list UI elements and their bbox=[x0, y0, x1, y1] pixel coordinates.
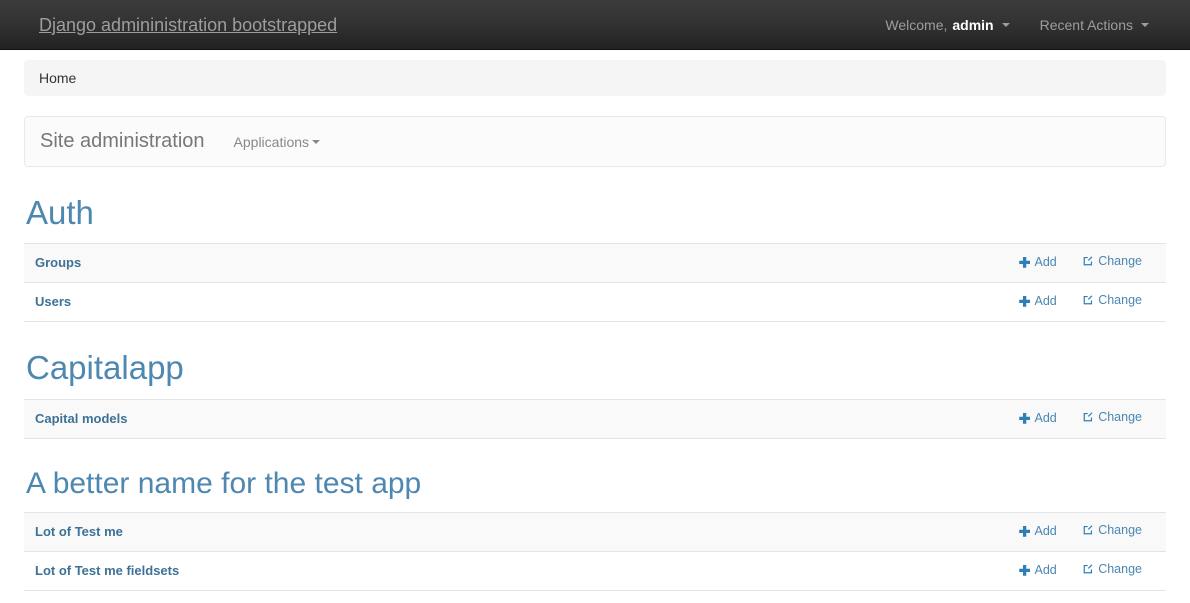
navbar-right-menu: Welcome, admin Recent Actions bbox=[870, 17, 1190, 33]
model-link[interactable]: Lot of Test me fieldsets bbox=[35, 563, 179, 578]
pencil-square-icon bbox=[1082, 255, 1094, 267]
pencil-square-icon bbox=[1082, 563, 1094, 575]
applications-dropdown[interactable]: Applications bbox=[234, 134, 321, 150]
add-label: Add bbox=[1035, 524, 1057, 538]
pencil-square-icon bbox=[1082, 294, 1094, 306]
change-label: Change bbox=[1098, 523, 1142, 537]
change-label: Change bbox=[1098, 562, 1142, 576]
app-list: Auth Groups ✚ Add Change bbox=[24, 173, 1166, 591]
model-name-cell: Capital models bbox=[24, 399, 459, 438]
chevron-down-icon bbox=[312, 140, 320, 144]
model-name-cell: Users bbox=[24, 283, 314, 322]
plus-icon: ✚ bbox=[1019, 411, 1031, 425]
plus-icon: ✚ bbox=[1019, 295, 1031, 309]
change-label: Change bbox=[1098, 293, 1142, 307]
add-link[interactable]: ✚ Add bbox=[1019, 255, 1057, 269]
table-row: Capital models ✚ Add Change bbox=[24, 399, 1166, 438]
breadcrumb-item-home[interactable]: Home bbox=[39, 70, 76, 86]
change-link[interactable]: Change bbox=[1082, 410, 1142, 424]
username-label: admin bbox=[952, 17, 993, 33]
pencil-square-icon bbox=[1082, 411, 1094, 423]
model-actions-cell: ✚ Add Change bbox=[459, 399, 1166, 438]
top-navbar: Django admininistration bootstrapped Wel… bbox=[0, 0, 1190, 50]
change-label: Change bbox=[1098, 410, 1142, 424]
change-link[interactable]: Change bbox=[1082, 254, 1142, 268]
add-link[interactable]: ✚ Add bbox=[1019, 524, 1057, 538]
change-link[interactable]: Change bbox=[1082, 562, 1142, 576]
model-table: Capital models ✚ Add Change bbox=[24, 399, 1166, 439]
user-menu-dropdown[interactable]: Welcome, admin bbox=[870, 17, 1024, 33]
add-label: Add bbox=[1035, 411, 1057, 425]
model-link[interactable]: Groups bbox=[35, 255, 81, 270]
chevron-down-icon bbox=[1141, 23, 1149, 27]
add-link[interactable]: ✚ Add bbox=[1019, 294, 1057, 308]
app-block-auth: Auth Groups ✚ Add Change bbox=[24, 173, 1166, 322]
site-administration-panel: Site administration Applications bbox=[24, 116, 1166, 167]
model-actions-cell: ✚ Add Change bbox=[572, 512, 1166, 551]
app-heading: Auth bbox=[24, 173, 1166, 243]
recent-actions-dropdown[interactable]: Recent Actions bbox=[1025, 17, 1164, 33]
add-label: Add bbox=[1035, 563, 1057, 577]
breadcrumb: Home bbox=[24, 60, 1166, 96]
model-link[interactable]: Lot of Test me bbox=[35, 524, 123, 539]
recent-actions-label: Recent Actions bbox=[1040, 17, 1133, 33]
change-label: Change bbox=[1098, 254, 1142, 268]
app-block-capitalapp: Capitalapp Capital models ✚ Add Change bbox=[24, 328, 1166, 438]
model-link[interactable]: Capital models bbox=[35, 411, 127, 426]
add-label: Add bbox=[1035, 294, 1057, 308]
model-table-body: Lot of Test me ✚ Add Change Lot of Test … bbox=[24, 512, 1166, 590]
add-link[interactable]: ✚ Add bbox=[1019, 563, 1057, 577]
app-block-a-better-name-for-the-test-app: A better name for the test app Lot of Te… bbox=[24, 445, 1166, 591]
welcome-prefix-label: Welcome, bbox=[885, 17, 947, 33]
plus-icon: ✚ bbox=[1019, 256, 1031, 270]
change-link[interactable]: Change bbox=[1082, 293, 1142, 307]
table-row: Users ✚ Add Change bbox=[24, 283, 1166, 322]
app-heading: A better name for the test app bbox=[24, 445, 1166, 512]
applications-dropdown-label: Applications bbox=[234, 134, 310, 150]
chevron-down-icon bbox=[1002, 23, 1010, 27]
model-actions-cell: ✚ Add Change bbox=[314, 244, 1166, 283]
site-brand-link[interactable]: Django admininistration bootstrapped bbox=[0, 15, 337, 35]
plus-icon: ✚ bbox=[1019, 563, 1031, 577]
page-title: Site administration bbox=[40, 130, 205, 153]
change-link[interactable]: Change bbox=[1082, 523, 1142, 537]
table-row: Lot of Test me fieldsets ✚ Add Change bbox=[24, 551, 1166, 590]
model-table-body: Groups ✚ Add Change Users bbox=[24, 244, 1166, 322]
app-heading: Capitalapp bbox=[24, 328, 1166, 398]
model-name-cell: Groups bbox=[24, 244, 314, 283]
table-row: Groups ✚ Add Change bbox=[24, 244, 1166, 283]
plus-icon: ✚ bbox=[1019, 524, 1031, 538]
model-actions-cell: ✚ Add Change bbox=[314, 283, 1166, 322]
model-link[interactable]: Users bbox=[35, 294, 71, 309]
pencil-square-icon bbox=[1082, 524, 1094, 536]
model-name-cell: Lot of Test me bbox=[24, 512, 572, 551]
model-actions-cell: ✚ Add Change bbox=[572, 551, 1166, 590]
model-name-cell: Lot of Test me fieldsets bbox=[24, 551, 572, 590]
add-label: Add bbox=[1035, 255, 1057, 269]
model-table: Groups ✚ Add Change Users bbox=[24, 243, 1166, 322]
table-row: Lot of Test me ✚ Add Change bbox=[24, 512, 1166, 551]
page-container: Home Site administration Applications Au… bbox=[0, 60, 1190, 591]
add-link[interactable]: ✚ Add bbox=[1019, 411, 1057, 425]
model-table: Lot of Test me ✚ Add Change Lot of Test … bbox=[24, 512, 1166, 591]
model-table-body: Capital models ✚ Add Change bbox=[24, 399, 1166, 438]
